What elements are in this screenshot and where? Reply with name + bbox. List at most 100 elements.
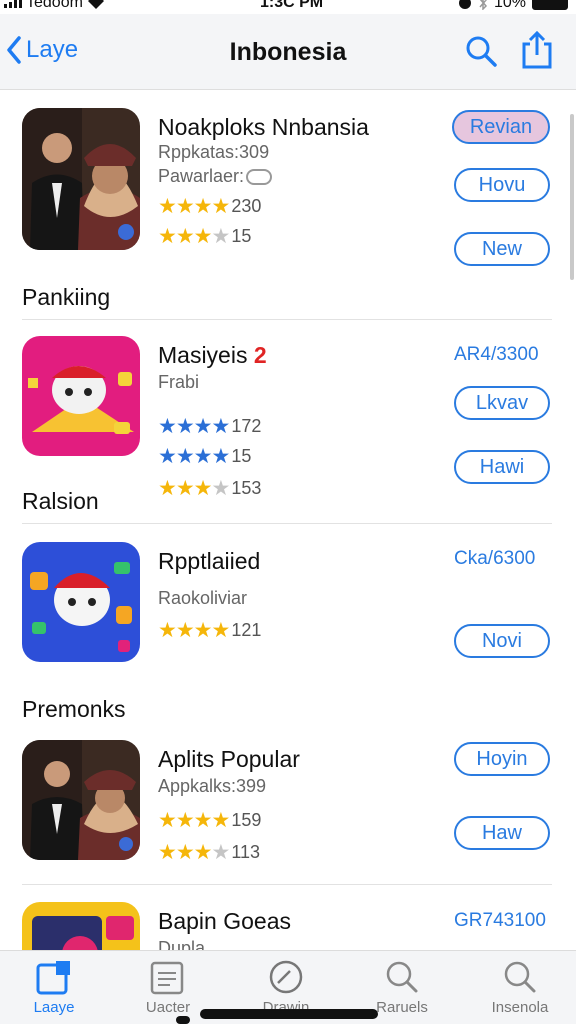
today-icon [36, 961, 70, 995]
search-icon [466, 36, 497, 67]
apps-icon [269, 960, 303, 994]
star-rating-icon: ★★★★ [158, 809, 230, 832]
star-rating-icon: ★★★★ [158, 225, 230, 248]
tab-today[interactable]: Laaye [2, 953, 106, 1016]
app-subtitle: Dupla [158, 938, 206, 950]
get-button[interactable]: Novi [454, 624, 550, 658]
app-artwork [22, 902, 140, 950]
search-icon [504, 961, 536, 993]
star-rating-icon: ★★★★ [158, 477, 230, 500]
battery-percent: 10% [493, 0, 526, 11]
app-artwork [22, 542, 140, 662]
app-icon-5[interactable] [22, 902, 140, 950]
rating-row: ★★★★ 230 [158, 194, 261, 219]
review-button[interactable]: Revian [452, 110, 550, 144]
tab-apps[interactable]: Drawin [234, 953, 338, 1016]
get-button[interactable]: Lkvav [454, 386, 550, 420]
view-button[interactable]: Haw [454, 816, 550, 850]
get-button[interactable]: Hoyin [454, 742, 550, 776]
notification-badge: 2 [253, 342, 267, 368]
search-icon [386, 961, 418, 993]
navigation-bar: Laye Inbonesia [0, 14, 576, 90]
view-button[interactable]: Hawi [454, 450, 550, 484]
app-subtitle: Appkalks:399 [158, 776, 267, 796]
app-price[interactable]: Cka/6300 [454, 548, 535, 570]
divider [22, 319, 552, 320]
rating-row: ★★★★ 15 [158, 224, 251, 249]
tab-label: Uacter [145, 999, 191, 1016]
app-icon-4[interactable] [22, 740, 140, 860]
app-subtitle: Frabi [158, 372, 200, 392]
rating-row: ★★★★ 159 [158, 808, 261, 833]
wifi-icon [87, 0, 104, 9]
app-name[interactable]: Masiyeis 2 [158, 342, 267, 369]
star-rating-icon: ★★★★ [158, 195, 230, 218]
toggle-icon [246, 169, 273, 186]
tab-region[interactable]: Insenola [468, 953, 572, 1016]
carrier-info: Tedoom [4, 0, 105, 12]
app-icon-3[interactable] [22, 542, 140, 662]
share-button[interactable] [520, 30, 554, 75]
rating-row: ★★★★ 121 [158, 618, 261, 643]
carrier-name: Tedoom [26, 0, 83, 11]
status-time: 1:3C PM [260, 0, 324, 11]
bluetooth-icon [479, 0, 487, 10]
app-name[interactable]: Aplits Popular [158, 746, 300, 773]
rating-count: 159 [231, 810, 262, 830]
app-name-text: Masiyeis [158, 342, 248, 368]
share-icon [522, 30, 552, 69]
divider [22, 884, 552, 885]
rating-count: 172 [231, 416, 262, 436]
rating-row: ★★★★ 153 [158, 476, 261, 501]
app-name[interactable]: Noakploks Nnbansia [158, 114, 369, 141]
app-artwork [22, 740, 140, 860]
rating-count: 113 [231, 842, 261, 862]
new-button[interactable]: New [454, 232, 550, 266]
scrollbar-thumb[interactable] [570, 114, 574, 280]
app-subtitle: Raokoliviar [158, 588, 248, 608]
signal-icon [4, 0, 22, 8]
star-rating-icon: ★★★★ [158, 445, 230, 468]
tab-search[interactable]: Raruels [350, 953, 454, 1016]
tab-label: Laaye [33, 999, 75, 1016]
app-artwork [22, 108, 140, 250]
tab-games[interactable]: Uacter [116, 953, 220, 1016]
app-name[interactable]: Bapin Goeas [158, 908, 291, 935]
star-rating-icon: ★★★★ [158, 841, 230, 864]
get-button[interactable]: Hovu [454, 168, 550, 202]
rating-count: 15 [231, 226, 252, 246]
app-artwork [22, 336, 140, 456]
app-publisher: Pawarlaer: [158, 166, 273, 187]
rating-row: ★★★★ 15 [158, 444, 251, 469]
tab-label: Insenola [491, 999, 549, 1016]
app-subtitle: Rppkatas:309 [158, 142, 270, 162]
games-icon [150, 961, 184, 995]
app-icon-2[interactable] [22, 336, 140, 456]
app-icon-1[interactable] [22, 108, 140, 250]
section-heading: Premonks [22, 696, 126, 722]
lock-icon [458, 0, 471, 9]
app-price[interactable]: AR4/3300 [454, 344, 539, 366]
app-publisher-text: Pawarlaer: [158, 166, 245, 186]
app-name[interactable]: Rpptlaiied [158, 548, 260, 575]
section-heading: Ralsion [22, 488, 99, 514]
home-indicator[interactable] [200, 1009, 378, 1019]
rating-count: 230 [231, 196, 262, 216]
rating-row: ★★★★ 172 [158, 414, 261, 439]
app-price[interactable]: GR743100 [454, 910, 546, 932]
home-indicator-dot [176, 1016, 190, 1024]
divider [22, 523, 552, 524]
rating-count: 153 [231, 478, 262, 498]
star-rating-icon: ★★★★ [158, 619, 230, 642]
status-bar: Tedoom 1:3C PM 10% [0, 0, 576, 14]
app-list: Noakploks Nnbansia Rppkatas:309 Pawarlae… [0, 90, 576, 950]
rating-row: ★★★★ 113 [158, 840, 260, 865]
rating-count: 121 [231, 620, 262, 640]
section-heading: Pankiing [22, 284, 111, 310]
status-right: 10% [458, 0, 568, 12]
tab-label: Raruels [376, 999, 428, 1016]
star-rating-icon: ★★★★ [158, 415, 230, 438]
battery-icon [532, 0, 568, 10]
rating-count: 15 [231, 446, 252, 466]
search-button[interactable] [464, 34, 498, 73]
